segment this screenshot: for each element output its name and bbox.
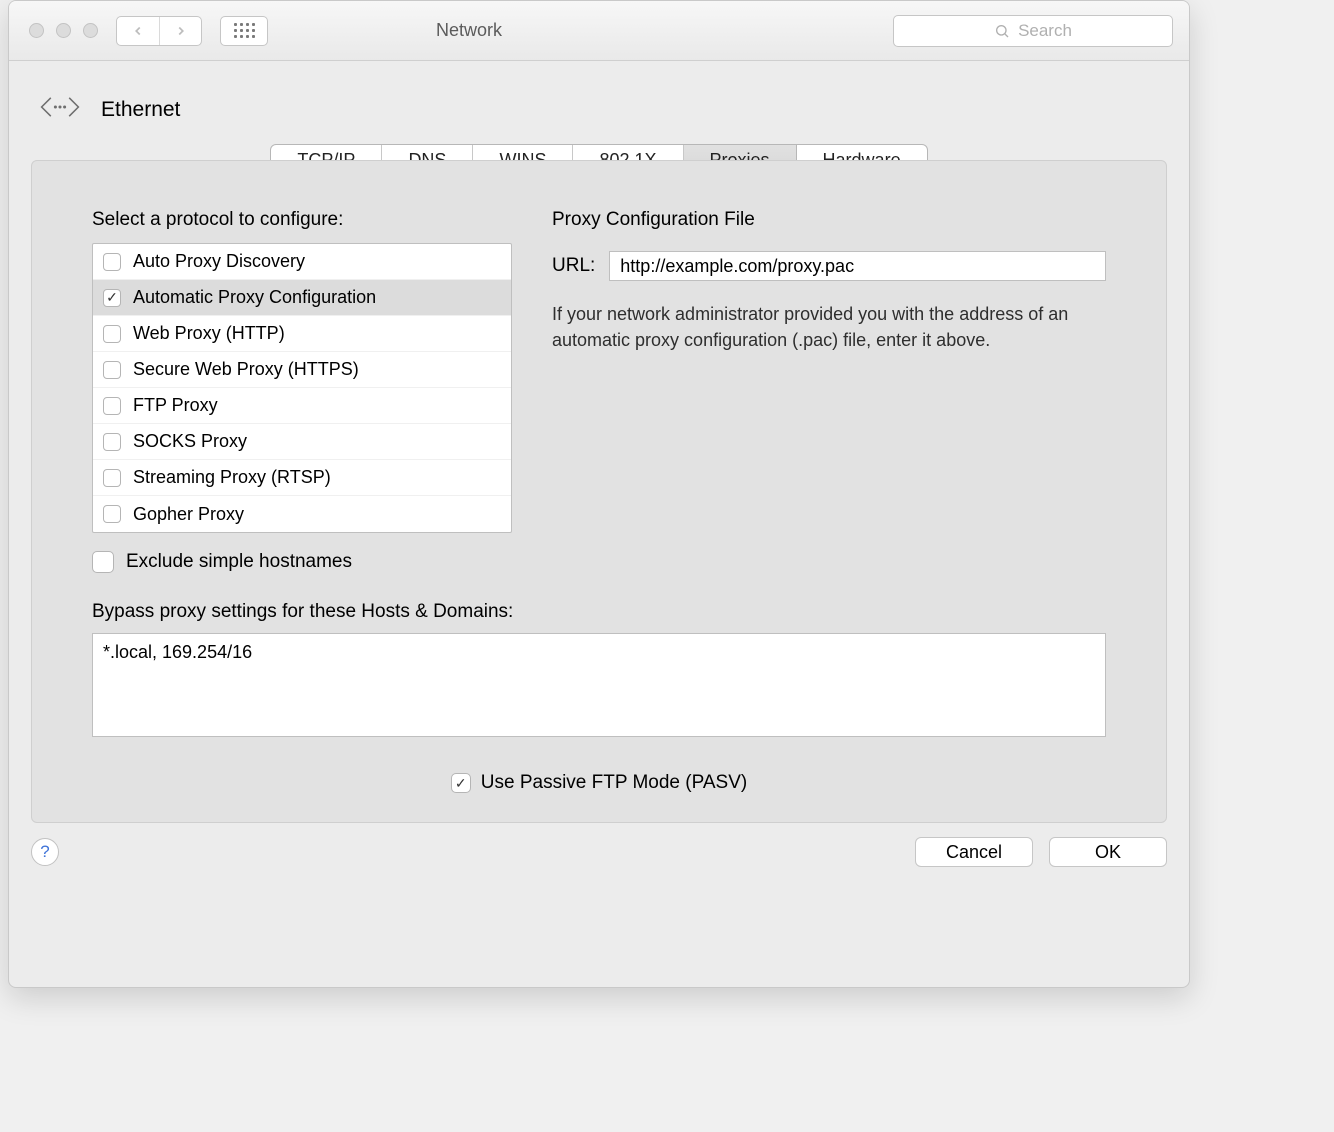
bypass-label: Bypass proxy settings for these Hosts & … xyxy=(92,601,1106,623)
network-window: Network Search Ethernet TCP/IPDNSWINS802… xyxy=(8,0,1190,988)
protocol-row[interactable]: Secure Web Proxy (HTTPS) xyxy=(93,352,511,388)
protocol-row[interactable]: Auto Proxy Discovery xyxy=(93,244,511,280)
exclude-simple-hostnames-checkbox[interactable] xyxy=(92,551,114,573)
minimize-window-button[interactable] xyxy=(56,23,71,38)
protocol-checkbox[interactable] xyxy=(103,397,121,415)
protocol-checkbox[interactable] xyxy=(103,253,121,271)
passive-ftp-checkbox[interactable] xyxy=(451,773,471,793)
protocol-label: Automatic Proxy Configuration xyxy=(133,287,376,308)
protocol-label: SOCKS Proxy xyxy=(133,431,247,452)
exclude-simple-hostnames-label: Exclude simple hostnames xyxy=(126,551,352,573)
forward-button[interactable] xyxy=(159,17,201,45)
protocol-checkbox[interactable] xyxy=(103,289,121,307)
chevron-right-icon xyxy=(174,24,188,38)
back-button[interactable] xyxy=(117,17,159,45)
protocol-row[interactable]: Automatic Proxy Configuration xyxy=(93,280,511,316)
protocol-label: Secure Web Proxy (HTTPS) xyxy=(133,359,359,380)
protocol-label: FTP Proxy xyxy=(133,395,218,416)
pac-url-label: URL: xyxy=(552,255,595,277)
protocol-checkbox[interactable] xyxy=(103,469,121,487)
help-button[interactable]: ? xyxy=(31,838,59,866)
protocol-select-label: Select a protocol to configure: xyxy=(92,209,512,231)
service-name: Ethernet xyxy=(101,98,180,122)
protocol-row[interactable]: SOCKS Proxy xyxy=(93,424,511,460)
protocol-row[interactable]: FTP Proxy xyxy=(93,388,511,424)
protocol-column: Select a protocol to configure: Auto Pro… xyxy=(92,209,512,573)
protocol-checkbox[interactable] xyxy=(103,433,121,451)
search-placeholder: Search xyxy=(1018,21,1072,41)
proxies-panel: Select a protocol to configure: Auto Pro… xyxy=(31,160,1167,823)
pac-url-input[interactable] xyxy=(609,251,1106,281)
protocol-row[interactable]: Web Proxy (HTTP) xyxy=(93,316,511,352)
zoom-window-button[interactable] xyxy=(83,23,98,38)
protocol-checkbox[interactable] xyxy=(103,361,121,379)
search-field[interactable]: Search xyxy=(893,15,1173,47)
protocol-label: Gopher Proxy xyxy=(133,504,244,525)
protocol-row[interactable]: Streaming Proxy (RTSP) xyxy=(93,460,511,496)
pac-column: Proxy Configuration File URL: If your ne… xyxy=(552,209,1106,573)
protocol-label: Auto Proxy Discovery xyxy=(133,251,305,272)
pac-description: If your network administrator provided y… xyxy=(552,301,1106,353)
close-window-button[interactable] xyxy=(29,23,44,38)
pac-title: Proxy Configuration File xyxy=(552,209,1106,231)
protocol-label: Web Proxy (HTTP) xyxy=(133,323,285,344)
protocol-checkbox[interactable] xyxy=(103,325,121,343)
nav-button-group xyxy=(116,16,202,46)
protocol-row[interactable]: Gopher Proxy xyxy=(93,496,511,532)
traffic-lights xyxy=(29,23,98,38)
protocol-list[interactable]: Auto Proxy Discovery Automatic Proxy Conf… xyxy=(92,243,512,533)
grid-icon xyxy=(234,23,255,38)
search-icon xyxy=(994,23,1010,39)
ok-button[interactable]: OK xyxy=(1049,837,1167,867)
passive-ftp-label: Use Passive FTP Mode (PASV) xyxy=(481,772,747,794)
cancel-button[interactable]: Cancel xyxy=(915,837,1033,867)
window-body: Ethernet TCP/IPDNSWINS802.1XProxiesHardw… xyxy=(9,61,1189,987)
show-all-button[interactable] xyxy=(220,16,268,46)
bypass-hosts-textarea[interactable] xyxy=(92,633,1106,737)
chevron-left-icon xyxy=(131,24,145,38)
service-header: Ethernet xyxy=(37,91,1167,128)
protocol-label: Streaming Proxy (RTSP) xyxy=(133,467,331,488)
window-toolbar: Network Search xyxy=(9,1,1189,61)
ethernet-icon xyxy=(37,91,83,128)
protocol-checkbox[interactable] xyxy=(103,505,121,523)
dialog-footer: ? Cancel OK xyxy=(31,837,1167,867)
